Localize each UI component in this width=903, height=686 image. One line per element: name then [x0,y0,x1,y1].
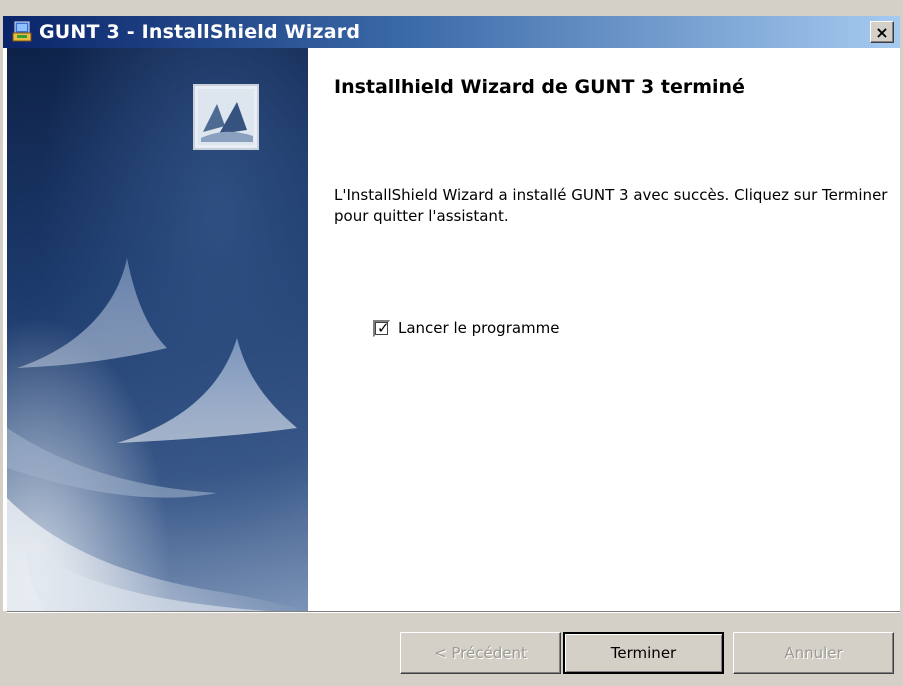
installer-window: GUNT 3 - InstallShield Wizard × Installh… [0,0,903,686]
installshield-sail-logo [193,84,259,150]
previous-button-label: < Précédent [434,644,527,662]
finish-button[interactable]: Terminer [563,632,724,674]
finish-button-label: Terminer [610,644,677,662]
installer-computer-icon [11,21,33,43]
title-bar[interactable]: GUNT 3 - InstallShield Wizard × [3,16,900,48]
checkmark-icon: ✓ [377,318,390,337]
launch-program-label[interactable]: Lancer le programme [398,319,560,337]
launch-program-option[interactable]: ✓ Lancer le programme [373,319,560,337]
close-icon: × [875,22,889,42]
cancel-button-label: Annuler [784,644,843,662]
previous-button[interactable]: < Précédent [400,632,561,674]
cancel-button[interactable]: Annuler [733,632,894,674]
close-button[interactable]: × [870,21,894,43]
page-title: Installhield Wizard de GUNT 3 terminé [334,76,745,98]
window-title: GUNT 3 - InstallShield Wizard [39,21,361,43]
launch-program-checkbox[interactable]: ✓ [373,318,390,337]
completion-message: L'InstallShield Wizard a installé GUNT 3… [334,186,888,225]
side-banner-image [7,48,308,611]
sail-artwork [7,258,308,611]
